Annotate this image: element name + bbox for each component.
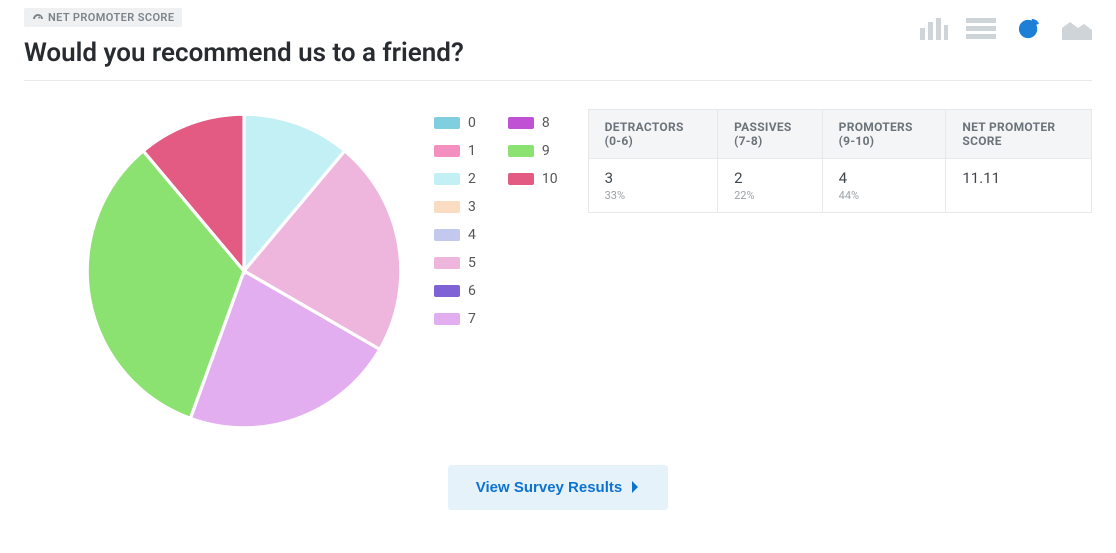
- passives-count: 2: [734, 169, 742, 187]
- legend-label: 9: [542, 143, 550, 159]
- legend-swatch: [434, 173, 460, 185]
- chevron-right-icon: [630, 481, 640, 493]
- chart-type-switcher: [918, 8, 1092, 40]
- pie-chart-icon: [1014, 18, 1044, 40]
- legend-swatch: [434, 257, 460, 269]
- bar-chart-button[interactable]: [918, 18, 948, 40]
- legend-item[interactable]: 4: [434, 227, 476, 243]
- legend-label: 2: [468, 171, 476, 187]
- legend-label: 1: [468, 143, 476, 159]
- legend-label: 10: [542, 171, 558, 187]
- legend-swatch: [434, 313, 460, 325]
- nps-badge: NET PROMOTER SCORE: [24, 8, 182, 27]
- legend-swatch: [434, 145, 460, 157]
- view-survey-results-button[interactable]: View Survey Results: [448, 465, 668, 510]
- nps-pie-chart: [84, 111, 404, 431]
- legend-item[interactable]: 8: [508, 115, 558, 131]
- legend-item[interactable]: 7: [434, 311, 476, 327]
- legend-item[interactable]: 6: [434, 283, 476, 299]
- col-detractors: DETRACTORS (0-6): [588, 109, 717, 158]
- legend-label: 0: [468, 115, 476, 131]
- legend-label: 6: [468, 283, 476, 299]
- promoters-count: 4: [839, 169, 847, 187]
- pie-chart-button[interactable]: [1014, 18, 1044, 40]
- detractors-count: 3: [605, 169, 613, 187]
- legend-swatch: [508, 145, 534, 157]
- legend-item[interactable]: 10: [508, 171, 558, 187]
- col-passives: PASSIVES (7-8): [718, 109, 823, 158]
- area-chart-icon: [1062, 18, 1092, 40]
- legend-swatch: [508, 117, 534, 129]
- bar-chart-icon: [918, 18, 948, 40]
- pie-legend: 0 1 2 3 4 5 6 7 8 9 10: [434, 115, 558, 327]
- col-nps-score: NET PROMOTER SCORE: [946, 109, 1092, 158]
- legend-swatch: [434, 285, 460, 297]
- nps-score-value: 11.11: [962, 169, 1000, 187]
- nps-summary-table: DETRACTORS (0-6) PASSIVES (7-8) PROMOTER…: [588, 109, 1092, 213]
- legend-item[interactable]: 5: [434, 255, 476, 271]
- legend-label: 5: [468, 255, 476, 271]
- legend-swatch: [434, 117, 460, 129]
- legend-label: 4: [468, 227, 476, 243]
- badge-label: NET PROMOTER SCORE: [48, 11, 174, 24]
- legend-item[interactable]: 9: [508, 143, 558, 159]
- legend-label: 8: [542, 115, 550, 131]
- table-row: 3 33% 2 22% 4 44% 11.11: [588, 158, 1091, 212]
- legend-label: 7: [468, 311, 476, 327]
- legend-item[interactable]: 0: [434, 115, 476, 131]
- detractors-pct: 33%: [605, 189, 701, 202]
- legend-item[interactable]: 1: [434, 143, 476, 159]
- gauge-icon: [32, 12, 44, 24]
- button-label: View Survey Results: [476, 479, 622, 496]
- legend-swatch: [508, 173, 534, 185]
- area-chart-button[interactable]: [1062, 18, 1092, 40]
- list-chart-button[interactable]: [966, 18, 996, 40]
- legend-item[interactable]: 3: [434, 199, 476, 215]
- header-divider: [24, 80, 1092, 81]
- legend-label: 3: [468, 199, 476, 215]
- stacked-icon: [966, 18, 996, 40]
- col-promoters: PROMOTERS (9-10): [822, 109, 946, 158]
- promoters-pct: 44%: [839, 189, 930, 202]
- passives-pct: 22%: [734, 189, 806, 202]
- survey-question-title: Would you recommend us to a friend?: [24, 38, 918, 68]
- legend-swatch: [434, 201, 460, 213]
- legend-item[interactable]: 2: [434, 171, 476, 187]
- legend-swatch: [434, 229, 460, 241]
